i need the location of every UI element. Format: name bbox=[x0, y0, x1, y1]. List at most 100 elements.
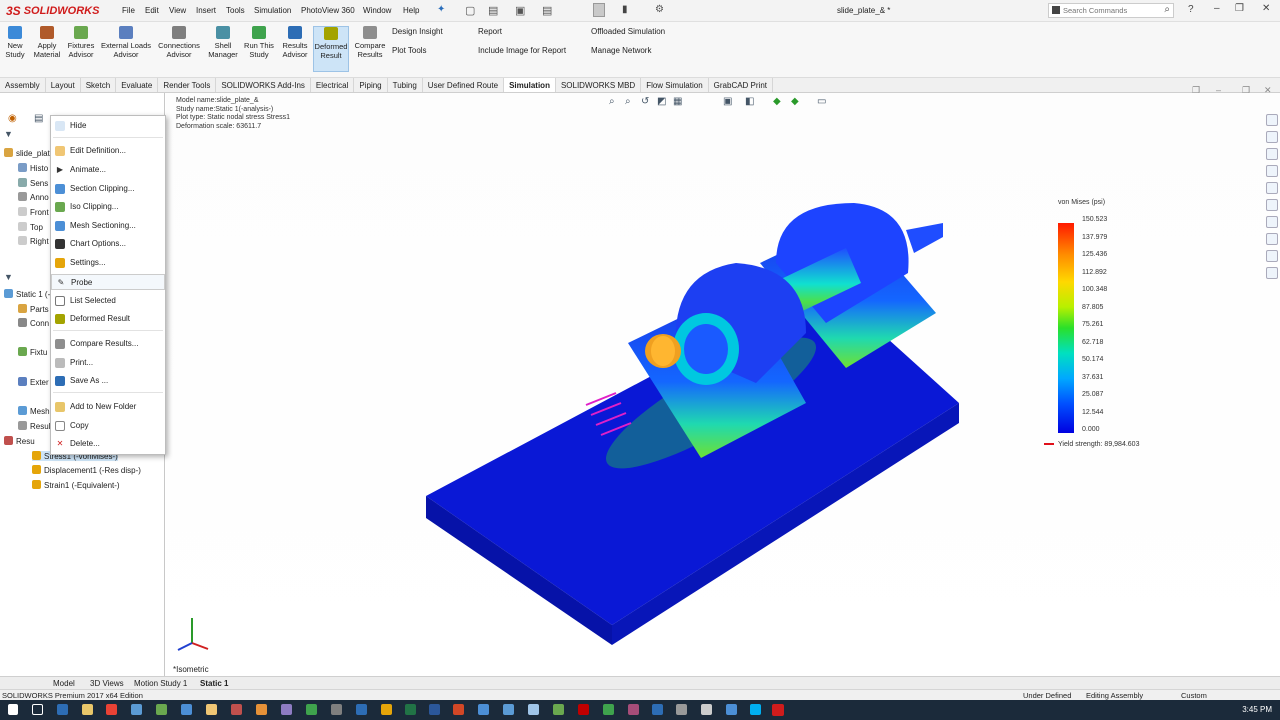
menu-item-chart-options[interactable]: Chart Options... bbox=[51, 236, 165, 252]
tab-simulation[interactable]: Simulation bbox=[504, 78, 556, 92]
app-icon[interactable] bbox=[256, 704, 267, 715]
tab-grabcad-print[interactable]: GrabCAD Print bbox=[709, 78, 774, 92]
tree-fixtures[interactable]: Fixtu bbox=[18, 347, 47, 357]
help-icon[interactable]: ? bbox=[1188, 4, 1194, 15]
solidworks-taskbar-icon[interactable] bbox=[772, 704, 784, 716]
dynamic-annotation-icon[interactable]: ▦ bbox=[673, 96, 682, 107]
units-selector[interactable]: Custom bbox=[1181, 691, 1207, 700]
manage-network-button[interactable]: Manage Network bbox=[591, 46, 651, 55]
menu-item-list-selected[interactable]: List Selected bbox=[51, 293, 165, 309]
scene-icon[interactable]: ◆ bbox=[791, 96, 799, 107]
app-icon[interactable] bbox=[478, 704, 489, 715]
appearance-icon[interactable]: ◆ bbox=[773, 96, 781, 107]
menu-photoview[interactable]: PhotoView 360 bbox=[301, 6, 355, 15]
save-icon[interactable]: ▣ bbox=[515, 4, 525, 17]
offloaded-simulation-button[interactable]: Offloaded Simulation bbox=[591, 27, 665, 36]
menu-view[interactable]: View bbox=[169, 6, 186, 15]
menu-item-hide[interactable]: Hide bbox=[51, 118, 165, 134]
menu-help[interactable]: Help bbox=[403, 6, 419, 15]
viewport-restore-icon[interactable]: ❐ bbox=[1242, 85, 1250, 96]
menu-item-add-folder[interactable]: Add to New Folder bbox=[51, 399, 165, 415]
display-style-icon[interactable]: ◧ bbox=[745, 96, 754, 107]
apply-material-button[interactable]: Apply Material bbox=[32, 26, 62, 59]
chrome-icon[interactable] bbox=[106, 704, 117, 715]
app-icon[interactable] bbox=[381, 704, 392, 715]
tree-right-plane[interactable]: Right bbox=[18, 236, 49, 246]
print-icon[interactable]: ▤ bbox=[542, 4, 552, 17]
menu-window[interactable]: Window bbox=[363, 6, 391, 15]
app-icon[interactable] bbox=[603, 704, 614, 715]
tab-layout[interactable]: Layout bbox=[46, 78, 81, 92]
close-icon[interactable]: ✕ bbox=[1262, 3, 1270, 14]
tree-front-plane[interactable]: Front bbox=[18, 207, 49, 217]
zoom-area-icon[interactable]: ⌕ bbox=[625, 96, 631, 107]
menu-item-delete[interactable]: ✕ Delete... bbox=[51, 436, 165, 452]
app-icon[interactable] bbox=[652, 704, 663, 715]
tree-results[interactable]: Resu bbox=[4, 436, 35, 446]
viewport-close-icon[interactable]: ✕ bbox=[1264, 85, 1272, 96]
plot-tools-button[interactable]: Plot Tools bbox=[392, 46, 427, 55]
appearances-icon[interactable] bbox=[1266, 182, 1278, 194]
deformed-result-button[interactable]: Deformed Result bbox=[313, 26, 349, 72]
app-icon[interactable] bbox=[528, 704, 539, 715]
shell-manager-button[interactable]: Shell Manager bbox=[206, 26, 240, 59]
tree-history[interactable]: Histo bbox=[18, 163, 48, 173]
external-loads-button[interactable]: External Loads Advisor bbox=[100, 26, 152, 59]
file-explorer-icon[interactable] bbox=[1266, 165, 1278, 177]
search-icon[interactable]: ⌕ bbox=[1164, 4, 1170, 15]
tab-flow-simulation[interactable]: Flow Simulation bbox=[641, 78, 709, 92]
design-library-icon[interactable] bbox=[1266, 148, 1278, 160]
explorer-icon[interactable] bbox=[82, 704, 93, 715]
tree-static-study[interactable]: Static 1 (- bbox=[4, 289, 50, 299]
menu-item-probe[interactable]: ✎ Probe bbox=[51, 274, 165, 290]
tab-piping[interactable]: Piping bbox=[354, 78, 388, 92]
toolbox-icon[interactable] bbox=[1266, 233, 1278, 245]
app-icon[interactable] bbox=[131, 704, 142, 715]
menu-item-compare-results[interactable]: Compare Results... bbox=[51, 336, 165, 352]
menu-edit[interactable]: Edit bbox=[145, 6, 159, 15]
menu-simulation[interactable]: Simulation bbox=[254, 6, 291, 15]
tree-strain-plot[interactable]: Strain1 (-Equivalent-) bbox=[32, 480, 120, 490]
menu-item-mesh-sectioning[interactable]: Mesh Sectioning... bbox=[51, 218, 165, 234]
tab-static-study[interactable]: Static 1 bbox=[200, 679, 228, 688]
compare-results-button[interactable]: Compare Results bbox=[353, 26, 387, 59]
menu-insert[interactable]: Insert bbox=[196, 6, 216, 15]
tree-result-options[interactable]: Resul bbox=[18, 421, 50, 431]
app-icon[interactable] bbox=[156, 704, 167, 715]
open-icon[interactable]: ▤ bbox=[488, 4, 498, 17]
menu-item-deformed-result[interactable]: Deformed Result bbox=[51, 311, 165, 327]
app-icon[interactable] bbox=[356, 704, 367, 715]
app-icon[interactable] bbox=[553, 704, 564, 715]
app-icon[interactable] bbox=[628, 704, 639, 715]
view-orientation-icon[interactable]: ▣ bbox=[723, 96, 732, 107]
app-icon[interactable] bbox=[726, 704, 737, 715]
report-button[interactable]: Report bbox=[478, 27, 502, 36]
start-icon[interactable] bbox=[8, 704, 18, 715]
home-icon[interactable] bbox=[1266, 114, 1278, 126]
custom-properties-icon[interactable] bbox=[1266, 199, 1278, 211]
menu-item-section-clipping[interactable]: Section Clipping... bbox=[51, 181, 165, 197]
tab-motion-study[interactable]: Motion Study 1 bbox=[134, 679, 187, 688]
tab-sketch[interactable]: Sketch bbox=[81, 78, 117, 92]
options-gear-icon[interactable]: ⚙ bbox=[655, 4, 664, 15]
tab-model[interactable]: Model bbox=[53, 679, 75, 688]
tab-mbd[interactable]: SOLIDWORKS MBD bbox=[556, 78, 642, 92]
skype-icon[interactable] bbox=[750, 704, 761, 715]
tab-tubing[interactable]: Tubing bbox=[388, 78, 423, 92]
stress-plot-model[interactable] bbox=[166, 93, 1280, 676]
tree-top-plane[interactable]: Top bbox=[18, 222, 43, 232]
resources-icon[interactable] bbox=[1266, 131, 1278, 143]
tree-external-loads[interactable]: Exter bbox=[18, 377, 49, 387]
run-study-button[interactable]: Run This Study bbox=[243, 26, 275, 59]
task-view-icon[interactable] bbox=[32, 704, 43, 715]
graphics-area[interactable]: ⌕ ⌕ ↺ ◩ ▦ ▣ ◧ ◆ ◆ ▭ ❐ – ❐ ✕ bbox=[166, 85, 1280, 676]
app-icon[interactable] bbox=[578, 704, 589, 715]
view-settings-icon[interactable]: ▭ bbox=[817, 96, 826, 107]
feature-manager-icon[interactable]: ◉ bbox=[8, 113, 17, 124]
app-icon[interactable] bbox=[676, 704, 687, 715]
plugin-icon[interactable] bbox=[1266, 267, 1278, 279]
tab-evaluate[interactable]: Evaluate bbox=[116, 78, 159, 92]
excel-icon[interactable] bbox=[405, 704, 416, 715]
menu-item-print[interactable]: Print... bbox=[51, 355, 165, 371]
design-insight-button[interactable]: Design Insight bbox=[392, 27, 443, 36]
